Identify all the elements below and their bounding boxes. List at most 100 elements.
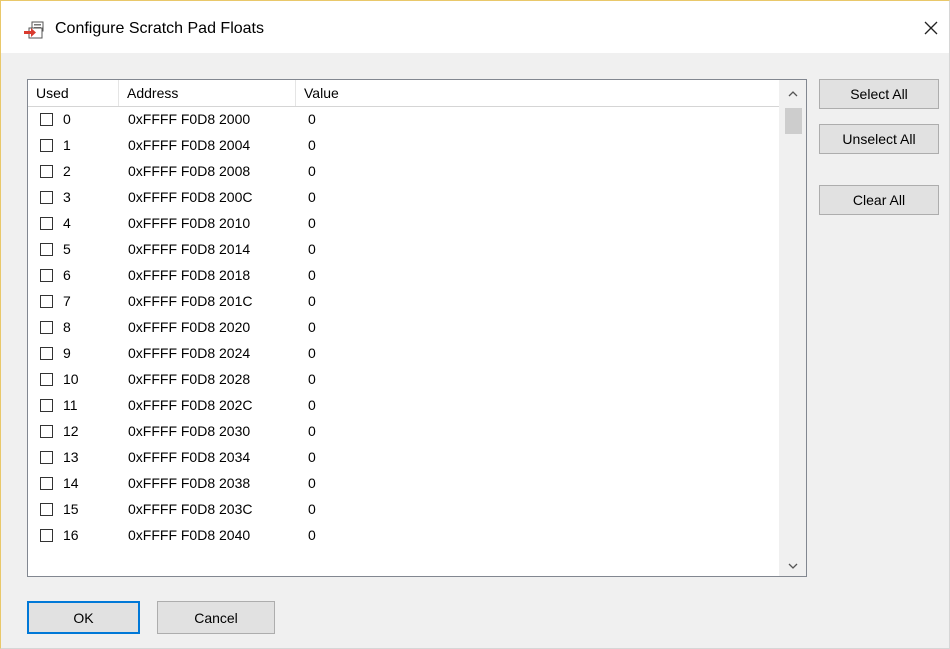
used-cell: 1 [28,137,119,153]
used-cell: 11 [28,397,119,413]
used-checkbox[interactable] [40,398,53,412]
address-cell: 0xFFFF F0D8 2020 [128,319,251,335]
value-cell[interactable]: 0 [296,449,779,465]
table-row[interactable]: 14 0xFFFF F0D8 2038 0 [28,470,779,496]
row-index: 2 [63,163,71,179]
column-header-used[interactable]: Used [28,80,119,106]
value-cell[interactable]: 0 [296,163,779,179]
table-row[interactable]: 13 0xFFFF F0D8 2034 0 [28,444,779,470]
address-cell: 0xFFFF F0D8 2000 [128,111,251,127]
used-checkbox[interactable] [40,372,53,386]
value-cell[interactable]: 0 [296,137,779,153]
table-row[interactable]: 9 0xFFFF F0D8 2024 0 [28,340,779,366]
list-rows: 0 0xFFFF F0D8 2000 0 1 0xFFFF F0D8 2004 0 2 0xF… [28,106,779,548]
column-header-value[interactable]: Value [296,80,779,106]
used-cell: 6 [28,267,119,283]
address-cell: 0xFFFF F0D8 200C [128,189,253,205]
scratch-pad-list[interactable]: Used Address Value 0 0xFFFF F0D8 2000 0 1 0x… [27,79,807,577]
address-cell: 0xFFFF F0D8 2018 [128,267,251,283]
used-checkbox[interactable] [40,476,53,490]
unselect-all-button[interactable]: Unselect All [819,124,939,154]
close-icon [923,20,939,39]
value-cell[interactable]: 0 [296,319,779,335]
value-cell[interactable]: 0 [296,397,779,413]
table-row[interactable]: 15 0xFFFF F0D8 203C 0 [28,496,779,522]
table-row[interactable]: 11 0xFFFF F0D8 202C 0 [28,392,779,418]
used-checkbox[interactable] [40,242,53,256]
clear-all-button[interactable]: Clear All [819,185,939,215]
used-checkbox[interactable] [40,320,53,334]
used-checkbox[interactable] [40,190,53,204]
used-checkbox[interactable] [40,502,53,516]
used-checkbox[interactable] [40,112,53,126]
title-bar: Configure Scratch Pad Floats [1,1,949,53]
used-checkbox[interactable] [40,294,53,308]
used-cell: 13 [28,449,119,465]
cancel-button[interactable]: Cancel [157,601,275,634]
address-cell: 0xFFFF F0D8 2010 [128,215,251,231]
value-cell[interactable]: 0 [296,501,779,517]
column-header-address[interactable]: Address [119,80,296,106]
scratch-pad-icon [23,21,45,39]
table-row[interactable]: 12 0xFFFF F0D8 2030 0 [28,418,779,444]
table-row[interactable]: 10 0xFFFF F0D8 2028 0 [28,366,779,392]
table-row[interactable]: 8 0xFFFF F0D8 2020 0 [28,314,779,340]
vertical-scrollbar[interactable] [779,80,806,576]
used-checkbox[interactable] [40,424,53,438]
address-cell: 0xFFFF F0D8 201C [128,293,253,309]
value-cell[interactable]: 0 [296,345,779,361]
used-checkbox[interactable] [40,216,53,230]
used-checkbox[interactable] [40,164,53,178]
row-index: 8 [63,319,71,335]
address-cell: 0xFFFF F0D8 2004 [128,137,251,153]
row-index: 1 [63,137,71,153]
row-index: 0 [63,111,71,127]
used-checkbox[interactable] [40,268,53,282]
table-row[interactable]: 16 0xFFFF F0D8 2040 0 [28,522,779,548]
close-button[interactable] [917,15,945,43]
value-cell[interactable]: 0 [296,111,779,127]
row-index: 13 [63,449,79,465]
value-cell[interactable]: 0 [296,215,779,231]
row-index: 6 [63,267,71,283]
address-cell: 0xFFFF F0D8 2030 [128,423,251,439]
used-checkbox[interactable] [40,450,53,464]
row-index: 7 [63,293,71,309]
value-cell[interactable]: 0 [296,189,779,205]
configure-dialog: Configure Scratch Pad Floats Used Addres… [0,0,950,649]
used-checkbox[interactable] [40,528,53,542]
used-checkbox[interactable] [40,346,53,360]
value-cell[interactable]: 0 [296,293,779,309]
address-cell: 0xFFFF F0D8 2028 [128,371,251,387]
used-cell: 8 [28,319,119,335]
value-cell[interactable]: 0 [296,267,779,283]
address-cell: 0xFFFF F0D8 2040 [128,527,251,543]
scroll-thumb[interactable] [785,108,802,134]
used-cell: 0 [28,111,119,127]
select-all-button[interactable]: Select All [819,79,939,109]
scroll-down-button[interactable] [780,552,806,576]
table-row[interactable]: 4 0xFFFF F0D8 2010 0 [28,210,779,236]
table-row[interactable]: 1 0xFFFF F0D8 2004 0 [28,132,779,158]
scroll-up-button[interactable] [780,80,806,104]
table-row[interactable]: 2 0xFFFF F0D8 2008 0 [28,158,779,184]
row-index: 9 [63,345,71,361]
table-row[interactable]: 3 0xFFFF F0D8 200C 0 [28,184,779,210]
value-cell[interactable]: 0 [296,423,779,439]
ok-button[interactable]: OK [27,601,140,634]
table-row[interactable]: 6 0xFFFF F0D8 2018 0 [28,262,779,288]
chevron-down-icon [788,556,798,572]
chevron-up-icon [788,84,798,100]
used-cell: 12 [28,423,119,439]
row-index: 15 [63,501,79,517]
row-index: 11 [63,397,78,413]
used-cell: 9 [28,345,119,361]
table-row[interactable]: 5 0xFFFF F0D8 2014 0 [28,236,779,262]
value-cell[interactable]: 0 [296,527,779,543]
used-checkbox[interactable] [40,138,53,152]
value-cell[interactable]: 0 [296,241,779,257]
table-row[interactable]: 0 0xFFFF F0D8 2000 0 [28,106,779,132]
table-row[interactable]: 7 0xFFFF F0D8 201C 0 [28,288,779,314]
value-cell[interactable]: 0 [296,475,779,491]
value-cell[interactable]: 0 [296,371,779,387]
